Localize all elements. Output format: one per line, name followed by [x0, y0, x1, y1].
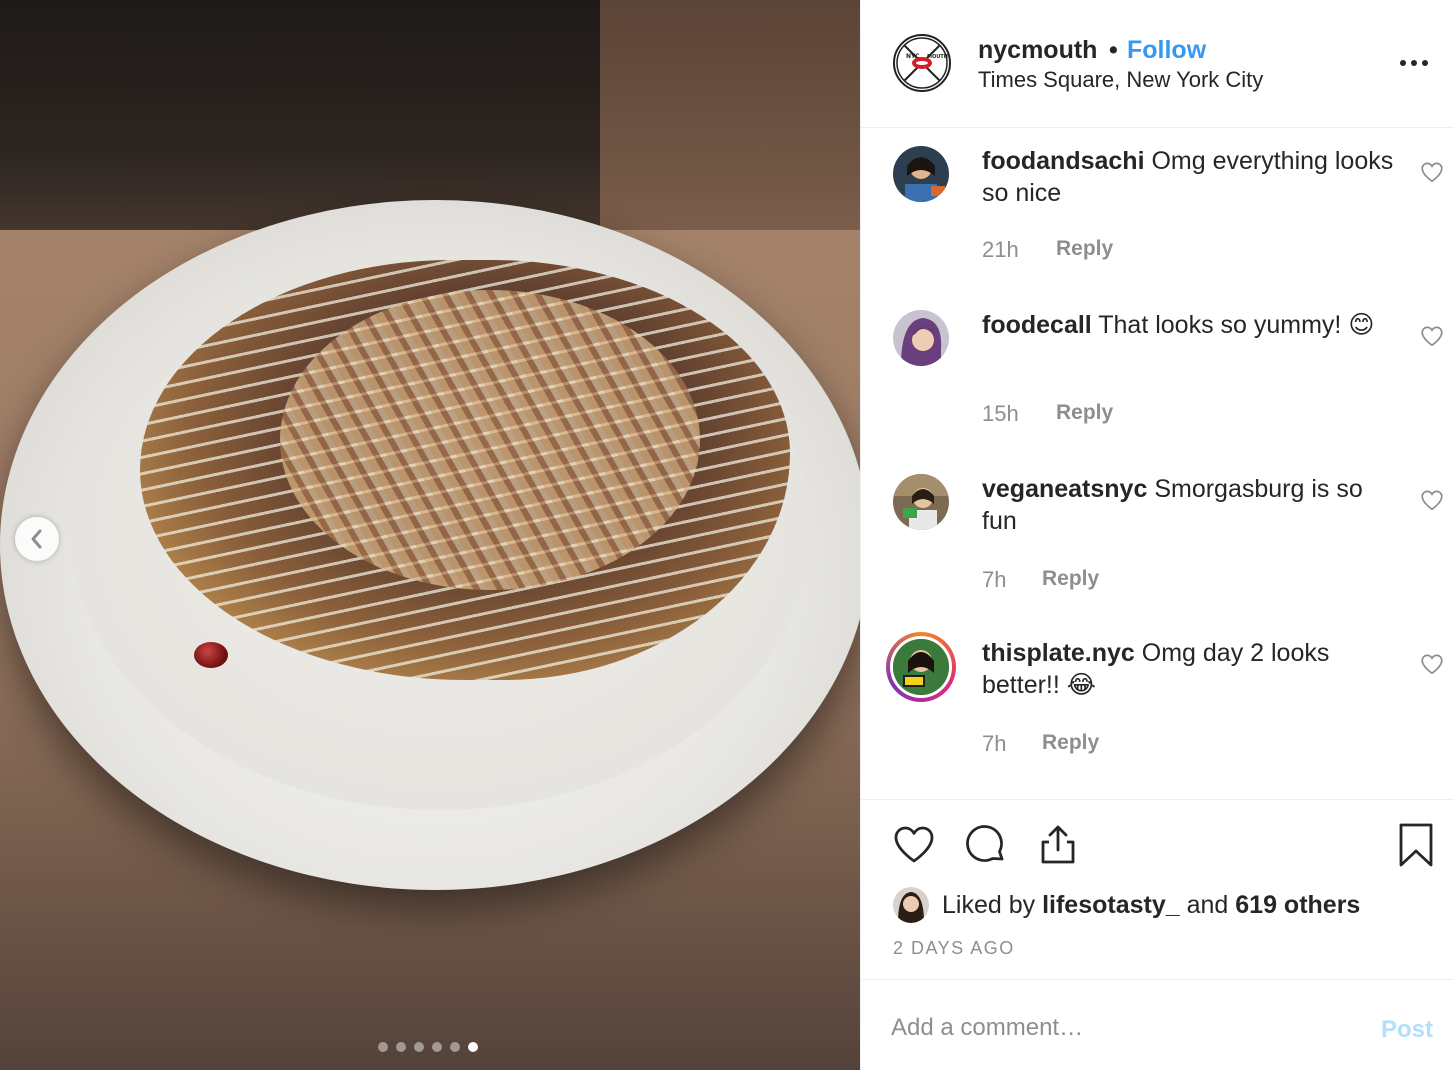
photo-cardboard-box	[600, 0, 860, 250]
carousel-dot	[396, 1042, 406, 1052]
header-separator: •	[1109, 36, 1118, 64]
commenter-avatar[interactable]	[893, 310, 949, 366]
comment-input[interactable]	[891, 1008, 1361, 1048]
avatar-photo	[893, 310, 949, 366]
author-username[interactable]: nycmouth	[978, 36, 1097, 65]
carousel-dot	[432, 1042, 442, 1052]
comment-text: foodandsachi Omg everything looks so nic…	[982, 145, 1402, 209]
comment-meta: 7h Reply	[982, 567, 1099, 593]
carousel-dot	[450, 1042, 460, 1052]
reply-button[interactable]: Reply	[1042, 731, 1099, 757]
comment-meta: 15h Reply	[982, 401, 1113, 427]
post-side-panel: NYC MOUTH nycmouth • Follow Times Square…	[860, 0, 1454, 1070]
comment-like-icon[interactable]	[1419, 651, 1445, 677]
more-options-button[interactable]	[1394, 46, 1434, 76]
story-ring-inner	[890, 636, 952, 698]
liked-by-others[interactable]: 619 others	[1235, 891, 1360, 919]
liker-avatar[interactable]	[893, 887, 929, 923]
nyc-mouth-logo-icon: NYC MOUTH	[896, 37, 948, 89]
post-actions: Liked by lifesotasty_ and 619 others 2 D…	[861, 799, 1454, 979]
svg-text:NYC: NYC	[906, 53, 920, 60]
author-avatar[interactable]: NYC MOUTH	[893, 34, 951, 92]
chevron-left-icon	[31, 529, 42, 549]
post-location[interactable]: Times Square, New York City	[978, 67, 1263, 93]
liked-by-text: Liked by lifesotasty_ and 619 others	[942, 891, 1360, 920]
comment-text: veganeatsnyc Smorgasburg is so fun	[982, 473, 1402, 537]
liked-by-prefix: Liked by	[942, 890, 1036, 919]
heart-icon[interactable]	[891, 822, 937, 868]
bookmark-icon[interactable]	[1393, 822, 1439, 868]
carousel-dot	[414, 1042, 424, 1052]
liked-by-and: and	[1186, 890, 1229, 919]
post-comment-button[interactable]: Post	[1381, 1016, 1433, 1044]
comment-time[interactable]: 21h	[982, 237, 1056, 263]
post-header: NYC MOUTH nycmouth • Follow Times Square…	[861, 0, 1454, 128]
comment-meta: 21h Reply	[982, 237, 1113, 263]
add-comment-bar: Post	[861, 979, 1454, 1070]
comment-text: thisplate.nyc Omg day 2 looks better!! 😂	[982, 637, 1402, 701]
avatar-photo	[893, 639, 949, 695]
comment-list[interactable]: foodandsachi Omg everything looks so nic…	[861, 129, 1454, 799]
comment-time[interactable]: 7h	[982, 567, 1042, 593]
comment-like-icon[interactable]	[1419, 159, 1445, 185]
commenter-avatar[interactable]	[893, 474, 949, 530]
previous-slide-button[interactable]	[15, 517, 59, 561]
comment-meta: 7h Reply	[982, 731, 1099, 757]
photo-bonito-flakes	[280, 290, 700, 590]
comment-username[interactable]: foodandsachi	[982, 147, 1145, 175]
share-upload-icon[interactable]	[1035, 822, 1081, 868]
post-photo[interactable]	[0, 0, 860, 1070]
commenter-avatar[interactable]	[893, 146, 949, 202]
liked-by: Liked by lifesotasty_ and 619 others	[893, 885, 1360, 925]
commenter-avatar-story[interactable]	[886, 632, 956, 702]
comment-like-icon[interactable]	[1419, 487, 1445, 513]
photo-sauce-drop	[194, 642, 228, 668]
comment-bubble-icon[interactable]	[963, 822, 1009, 868]
carousel-indicator	[378, 1042, 478, 1052]
follow-button[interactable]: Follow	[1127, 36, 1206, 65]
reply-button[interactable]: Reply	[1056, 237, 1113, 263]
comment-body: That looks so yummy! 😊	[1098, 311, 1375, 339]
avatar-photo	[893, 887, 929, 923]
avatar-photo	[893, 474, 949, 530]
comment-text: foodecall That looks so yummy! 😊	[982, 309, 1402, 341]
post-timestamp[interactable]: 2 DAYS AGO	[893, 938, 1015, 959]
comment-username[interactable]: thisplate.nyc	[982, 639, 1135, 667]
comment-time[interactable]: 15h	[982, 401, 1056, 427]
more-horizontal-icon	[1400, 60, 1428, 66]
carousel-dot	[378, 1042, 388, 1052]
svg-text:MOUTH: MOUTH	[927, 54, 948, 60]
reply-button[interactable]: Reply	[1056, 401, 1113, 427]
carousel-dot-active	[468, 1042, 478, 1052]
avatar-photo	[893, 146, 949, 202]
comment-like-icon[interactable]	[1419, 323, 1445, 349]
reply-button[interactable]: Reply	[1042, 567, 1099, 593]
comment-username[interactable]: veganeatsnyc	[982, 475, 1147, 503]
comment-time[interactable]: 7h	[982, 731, 1042, 757]
liked-by-user[interactable]: lifesotasty_	[1042, 891, 1180, 919]
comment-username[interactable]: foodecall	[982, 311, 1092, 339]
